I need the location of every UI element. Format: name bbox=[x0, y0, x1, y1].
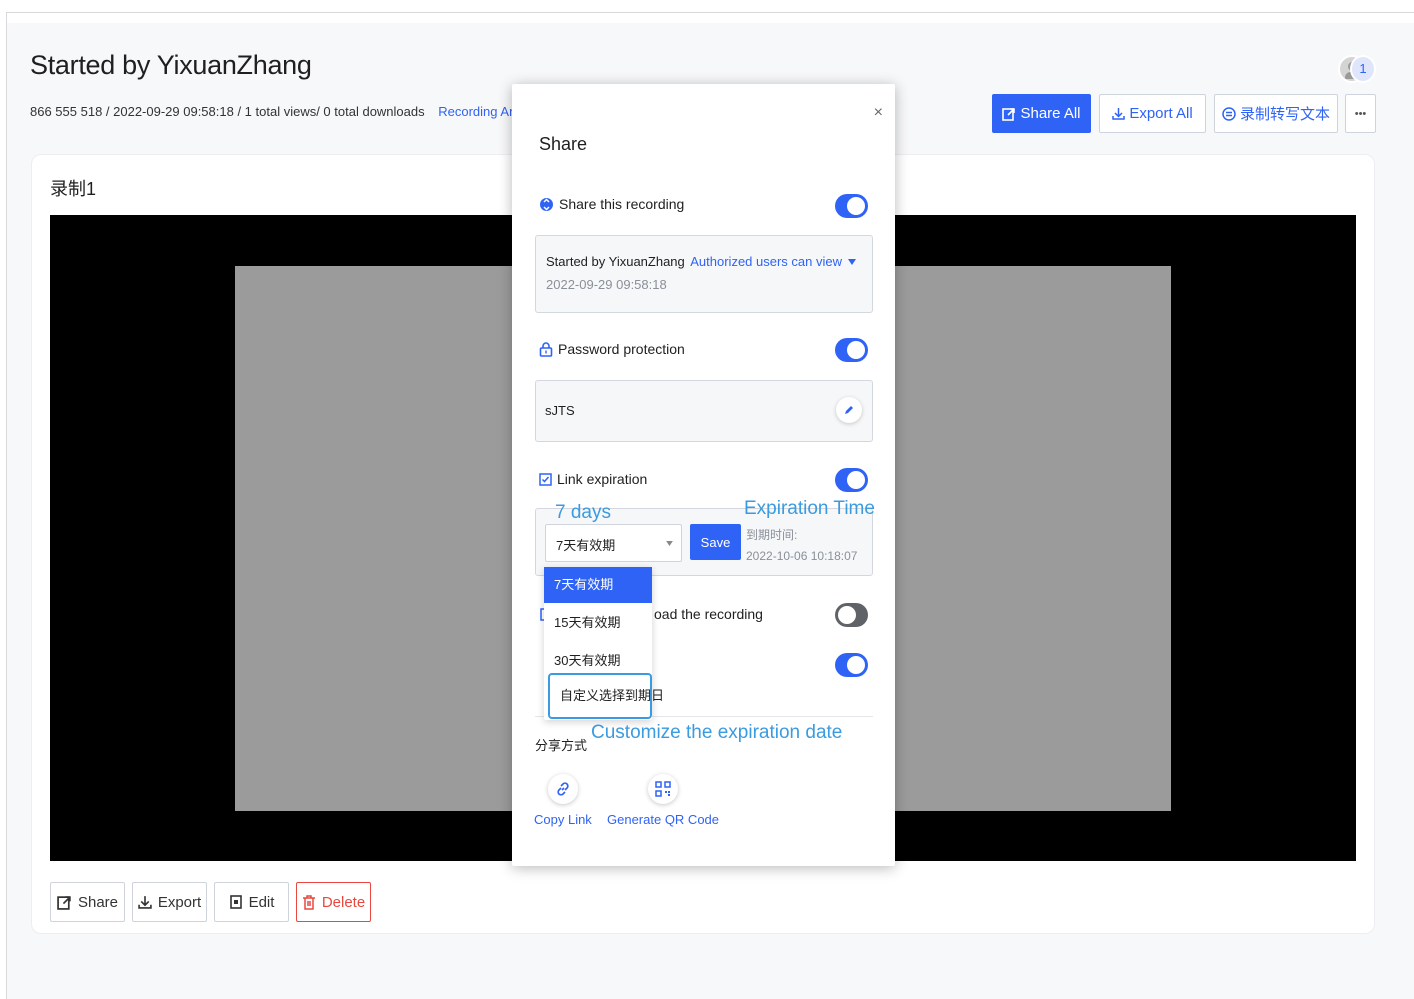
share-label: Share bbox=[77, 893, 119, 911]
link-icon bbox=[547, 774, 578, 804]
link-expiration-label: Link expiration bbox=[557, 471, 648, 487]
expiration-time-value: 2022-10-06 10:18:07 bbox=[746, 549, 858, 563]
password-row: Password protection bbox=[539, 341, 685, 357]
caret-down-icon bbox=[666, 541, 673, 546]
password-value: sJTS bbox=[545, 403, 575, 418]
close-icon[interactable]: × bbox=[874, 104, 883, 122]
qr-code-icon bbox=[648, 774, 678, 804]
save-expiration-button[interactable]: Save bbox=[690, 524, 741, 560]
page-title: Started by YixuanZhang bbox=[30, 50, 312, 80]
share-recording-icon bbox=[540, 197, 553, 211]
annotation-customize: Customize the expiration date bbox=[591, 722, 843, 743]
password-box: sJTS bbox=[535, 380, 873, 442]
download-toggle[interactable] bbox=[835, 603, 868, 627]
share-all-label: Share All bbox=[1020, 105, 1081, 122]
edit-button[interactable]: Edit bbox=[214, 882, 289, 922]
transcribe-label: 录制转写文本 bbox=[1239, 106, 1330, 123]
download-icon bbox=[1112, 108, 1126, 120]
more-icon: ••• bbox=[1354, 107, 1367, 120]
password-label: Password protection bbox=[558, 341, 685, 357]
edit-password-button[interactable] bbox=[836, 397, 862, 423]
copy-link-label: Copy Link bbox=[534, 812, 592, 827]
expiration-select-value: 7天有效期 bbox=[556, 538, 616, 553]
expiration-time-label: 到期时间: bbox=[746, 528, 798, 542]
top-band bbox=[7, 13, 1414, 23]
lock-icon bbox=[539, 341, 553, 357]
share-method-label: 分享方式 bbox=[535, 738, 588, 753]
expiration-select[interactable]: 7天有效期 bbox=[545, 524, 682, 562]
fifth-option-toggle[interactable] bbox=[835, 653, 868, 677]
recording-owner: Started by YixuanZhang bbox=[546, 254, 685, 269]
link-expiration-row: Link expiration bbox=[539, 471, 647, 487]
share-dialog: × Share Share this recording Started by … bbox=[512, 84, 895, 866]
dialog-title: Share bbox=[539, 134, 588, 154]
copy-link-option[interactable]: Copy Link bbox=[534, 774, 592, 827]
password-toggle[interactable] bbox=[835, 338, 868, 362]
share-icon bbox=[57, 895, 71, 910]
share-all-button[interactable]: Share All bbox=[992, 94, 1091, 133]
export-label: Export bbox=[157, 893, 202, 911]
link-expiration-toggle[interactable] bbox=[835, 468, 868, 492]
download-icon bbox=[138, 896, 152, 909]
pencil-icon bbox=[845, 406, 853, 414]
share-recording-row: Share this recording bbox=[539, 196, 684, 212]
expiration-option-7[interactable]: 7天有效期 bbox=[544, 567, 652, 603]
avatar-count-badge: 1 bbox=[1350, 55, 1376, 83]
expiration-option-15[interactable]: 15天有效期 bbox=[544, 605, 652, 641]
download-label: oad the recording bbox=[654, 606, 763, 622]
edit-icon bbox=[229, 895, 242, 909]
permission-label: Authorized users can view bbox=[690, 254, 842, 269]
export-all-label: Export All bbox=[1129, 105, 1193, 122]
permission-select[interactable]: Authorized users can view bbox=[690, 254, 856, 269]
expiration-option-custom[interactable]: 自定义选择到期日 bbox=[548, 673, 664, 719]
annotation-expiration-time: Expiration Time bbox=[744, 498, 875, 519]
share-recording-box: Started by YixuanZhang 2022-09-29 09:58:… bbox=[535, 235, 873, 313]
share-recording-label: Share this recording bbox=[559, 196, 685, 212]
checkbox-icon bbox=[539, 472, 552, 486]
generate-qr-option[interactable]: Generate QR Code bbox=[607, 774, 719, 827]
share-icon bbox=[1002, 107, 1016, 121]
transcript-icon bbox=[1222, 106, 1236, 121]
recording-title: 录制1 bbox=[50, 179, 97, 199]
more-button[interactable]: ••• bbox=[1345, 94, 1376, 133]
recording-meta: 866 555 518 / 2022-09-29 09:58:18 / 1 to… bbox=[30, 104, 546, 119]
recording-date: 2022-09-29 09:58:18 bbox=[546, 277, 667, 292]
viewer-avatars[interactable]: 1 bbox=[1338, 54, 1376, 84]
share-button[interactable]: Share bbox=[50, 882, 125, 922]
meta-text: 866 555 518 / 2022-09-29 09:58:18 / 1 to… bbox=[30, 104, 425, 119]
delete-button[interactable]: Delete bbox=[296, 882, 371, 922]
caret-down-icon bbox=[848, 258, 856, 265]
export-all-button[interactable]: Export All bbox=[1099, 94, 1206, 133]
transcribe-button[interactable]: 录制转写文本 bbox=[1214, 94, 1338, 133]
generate-qr-label: Generate QR Code bbox=[607, 812, 720, 827]
delete-label: Delete bbox=[321, 893, 366, 911]
trash-icon bbox=[302, 894, 315, 910]
share-recording-toggle[interactable] bbox=[835, 194, 868, 218]
export-button[interactable]: Export bbox=[132, 882, 207, 922]
annotation-seven-days: 7 days bbox=[555, 502, 611, 523]
expiration-dropdown: 7天有效期 15天有效期 30天有效期 自定义选择到期日 bbox=[544, 567, 664, 720]
edit-label: Edit bbox=[248, 893, 275, 911]
